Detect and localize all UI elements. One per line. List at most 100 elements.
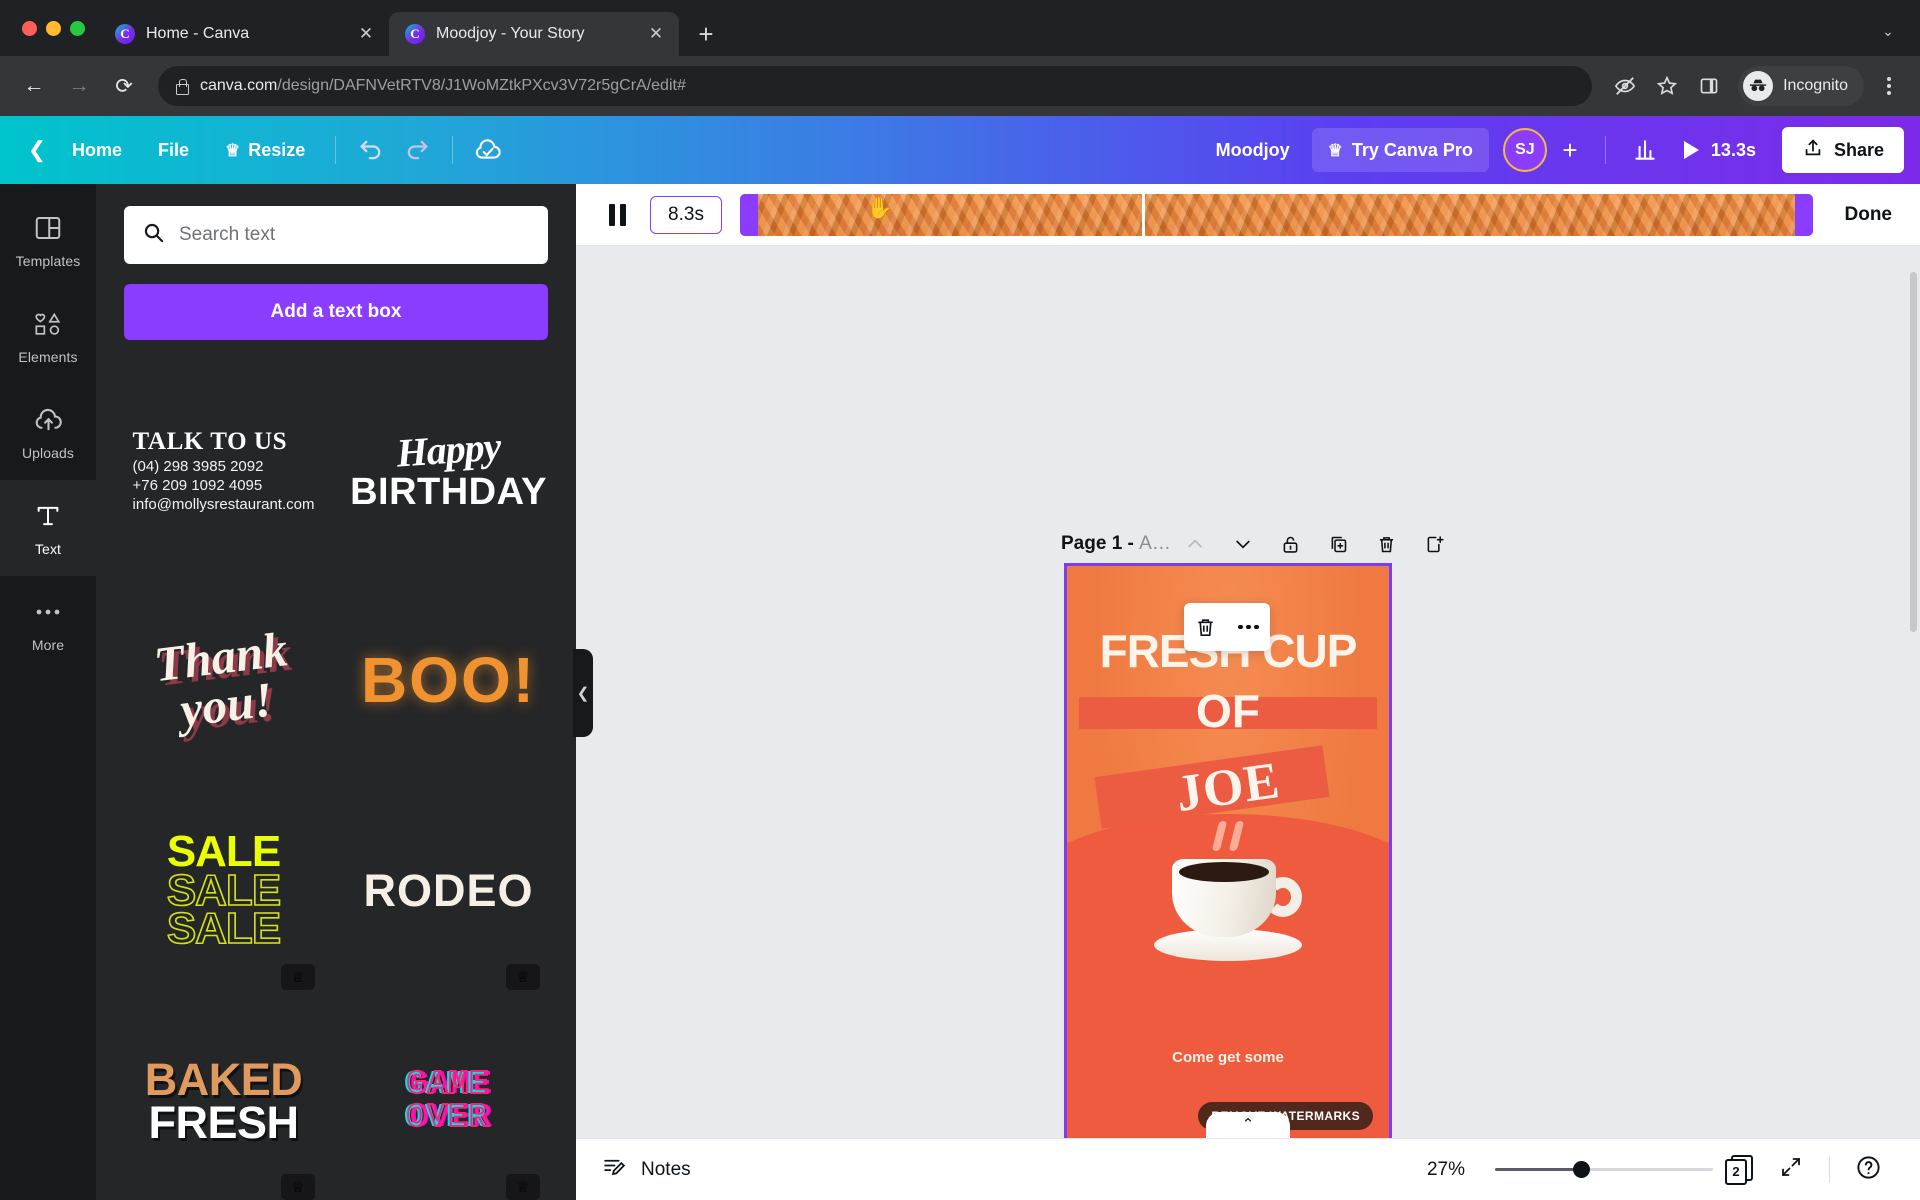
timeline-track[interactable]: ✋ — [740, 193, 1813, 236]
sidebar-item-elements[interactable]: Elements — [0, 288, 96, 384]
text-style-game-over[interactable]: GAME OVER ♕ — [349, 996, 548, 1200]
more-dots-glyph — [1238, 624, 1259, 630]
reload-button[interactable]: ⟳ — [104, 66, 144, 106]
browser-menu-icon[interactable] — [1872, 66, 1906, 106]
page-1-add-page-button[interactable] — [1411, 522, 1459, 566]
style-line: FRESH — [148, 1097, 299, 1148]
trash-icon[interactable] — [1189, 610, 1223, 644]
canvas-scrollbar[interactable] — [1910, 272, 1917, 632]
tab-close-icon[interactable]: ✕ — [355, 23, 377, 45]
pro-crown-icon: ♕ — [506, 964, 540, 990]
search-input[interactable] — [179, 224, 530, 246]
toolbar-right-group: Moodjoy ♕ Try Canva Pro SJ + 13.3s Share — [1198, 127, 1904, 173]
zoom-slider[interactable] — [1495, 1161, 1713, 1179]
text-style-baked-fresh[interactable]: BAKED FRESH ♕ — [124, 996, 323, 1200]
tab-search-chevron-down-icon[interactable]: ⌄ — [1874, 17, 1902, 45]
sidebar-label: Elements — [18, 348, 78, 365]
text-style-preview: SALE SALE SALE — [166, 830, 282, 952]
design-of-text[interactable]: OF — [1067, 684, 1389, 738]
sidebar-item-text[interactable]: Text — [0, 480, 96, 576]
sidebar-label: Templates — [15, 252, 81, 269]
minimize-window-button[interactable] — [46, 20, 61, 36]
back-chevron-icon[interactable]: ❮ — [20, 130, 54, 170]
share-button[interactable]: Share — [1781, 127, 1904, 173]
text-style-boo[interactable]: BOO! — [349, 576, 548, 786]
tab-close-icon[interactable]: ✕ — [645, 23, 667, 45]
page-manager-button[interactable]: 2 — [1713, 1148, 1765, 1192]
play-duration-label: 13.3s — [1710, 139, 1756, 160]
add-collaborator-button[interactable]: + — [1551, 128, 1589, 172]
help-button[interactable] — [1842, 1148, 1894, 1192]
page-1-delete-button[interactable] — [1363, 522, 1411, 566]
insights-chart-icon[interactable] — [1622, 128, 1668, 172]
avatar[interactable]: SJ — [1502, 128, 1547, 172]
resize-button[interactable]: ♕ Resize — [207, 128, 323, 172]
page-1-duplicate-button[interactable] — [1315, 522, 1363, 566]
sidebar-item-templates[interactable]: Templates — [0, 192, 96, 288]
search-bar[interactable] — [124, 206, 548, 264]
cloud-saved-icon[interactable] — [465, 128, 511, 172]
zoom-percent-label: 27% — [1426, 1158, 1465, 1180]
side-panel-icon[interactable] — [1690, 67, 1728, 105]
timeline-right-handle[interactable] — [1794, 193, 1813, 236]
search-icon — [142, 221, 165, 249]
design-tagline-text[interactable]: Come get some — [1067, 1049, 1389, 1066]
address-bar[interactable]: canva.com/design/DAFNVetRTV8/J1WoMZtkPXc… — [158, 66, 1593, 106]
done-button[interactable]: Done — [1831, 204, 1901, 226]
status-divider — [1829, 1156, 1830, 1183]
close-window-button[interactable] — [22, 20, 37, 36]
timeline-thumbnails[interactable]: ✋ — [758, 193, 1795, 236]
page-1-lock-button[interactable] — [1267, 522, 1315, 566]
more-dots-icon[interactable] — [1232, 610, 1266, 644]
page-title: Page 1 - A… — [1061, 533, 1171, 555]
slider-knob[interactable] — [1573, 1161, 1591, 1178]
eye-slash-icon[interactable] — [1606, 67, 1644, 105]
text-style-talk-to-us[interactable]: TALK TO US (04) 298 3985 2092 +76 209 10… — [124, 366, 323, 576]
duration-chip[interactable]: 8.3s — [650, 195, 722, 234]
style-line: GAME — [406, 1066, 491, 1103]
toolbar-divider — [1604, 136, 1606, 164]
redo-icon[interactable] — [394, 128, 440, 172]
canva-editor: ❮ Home File ♕ Resize Moodjoy ♕ Try Canva… — [0, 116, 1920, 1200]
new-tab-button[interactable]: + — [689, 17, 723, 51]
url-text: canva.com/design/DAFNVetRTV8/J1WoMZtkPXc… — [200, 77, 686, 95]
add-text-box-button[interactable]: Add a text box — [124, 284, 548, 340]
design-title[interactable]: Moodjoy — [1198, 140, 1308, 161]
maximize-window-button[interactable] — [70, 20, 85, 36]
bookmark-star-icon[interactable] — [1648, 67, 1686, 105]
status-bar: Notes 27% 2 — [576, 1138, 1920, 1200]
text-style-rodeo[interactable]: RODEO ♕ — [349, 786, 548, 996]
try-canva-pro-button[interactable]: ♕ Try Canva Pro — [1311, 128, 1489, 172]
scroll-up-chevron-icon[interactable]: ⌃ — [1206, 1112, 1290, 1138]
sidebar-label: Uploads — [21, 444, 75, 461]
style-heading: TALK TO US — [132, 428, 288, 456]
style-line: +76 209 1092 4095 — [132, 477, 263, 495]
sidebar-item-more[interactable]: More — [0, 576, 96, 672]
incognito-icon — [1743, 71, 1774, 101]
fullscreen-button[interactable] — [1765, 1148, 1817, 1192]
play-preview-button[interactable]: 13.3s — [1672, 140, 1768, 161]
text-style-thank-you[interactable]: Thank you! — [124, 576, 323, 786]
browser-tab-home[interactable]: C Home - Canva ✕ — [99, 12, 389, 56]
notes-button[interactable]: Notes — [602, 1154, 691, 1185]
page-1-move-up-button[interactable] — [1171, 522, 1219, 566]
pause-icon[interactable] — [602, 200, 632, 230]
undo-icon[interactable] — [348, 128, 394, 172]
file-menu-button[interactable]: File — [140, 128, 207, 172]
profile-incognito-pill[interactable]: Incognito — [1738, 66, 1864, 106]
canvas-area: 8.3s ✋ Done Page 1 - A… FRESH CUP OF JOE… — [576, 184, 1920, 1200]
forward-button[interactable]: → — [59, 66, 99, 106]
collapse-panel-handle[interactable]: ❮ — [573, 649, 593, 737]
text-style-sale[interactable]: SALE SALE SALE ♕ — [124, 786, 323, 996]
coffee-cup-image[interactable] — [1148, 859, 1308, 979]
timeline-left-handle[interactable] — [740, 193, 758, 236]
style-line: info@mollysrestaurant.com — [132, 496, 315, 514]
back-button[interactable]: ← — [14, 66, 54, 106]
home-button[interactable]: Home — [54, 128, 140, 172]
page-1-move-down-button[interactable] — [1219, 522, 1267, 566]
sidebar-item-uploads[interactable]: Uploads — [0, 384, 96, 480]
notes-label: Notes — [641, 1158, 691, 1180]
browser-tab-moodjoy[interactable]: C Moodjoy - Your Story ✕ — [389, 12, 679, 56]
text-style-happy-birthday[interactable]: Happy BIRTHDAY — [349, 366, 548, 576]
sidebar-label: Text — [34, 540, 62, 557]
